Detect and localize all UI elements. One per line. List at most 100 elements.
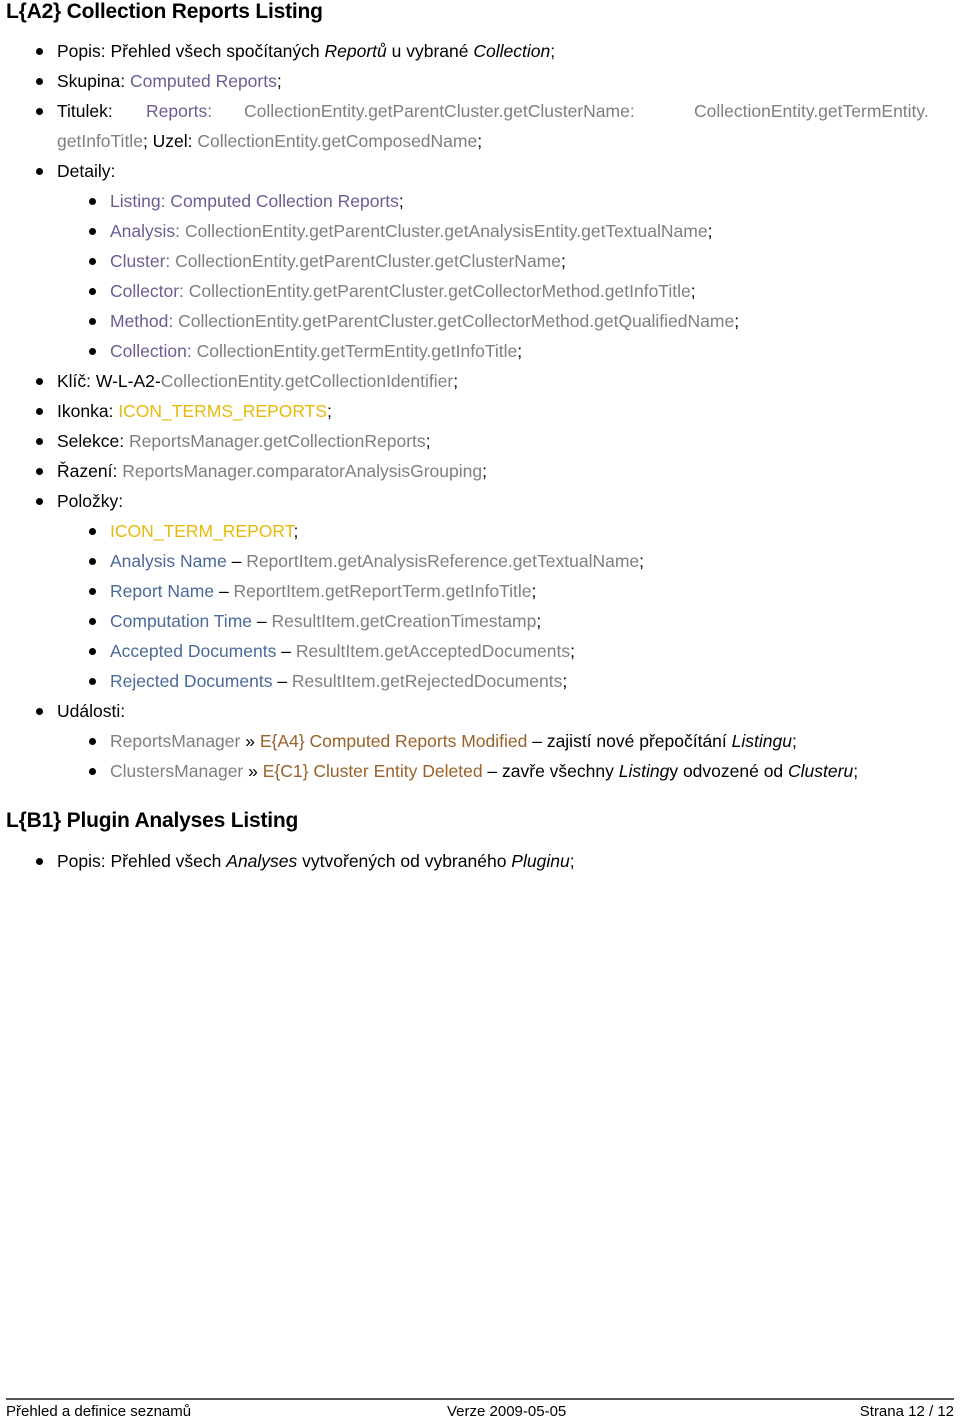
punct: ; [327,401,332,421]
emphasis: Reportů [324,41,387,61]
detail-item: Cluster: CollectionEntity.getParentClust… [89,246,566,276]
list-item-selekce: Selekce: ReportsManager.getCollectionRep… [36,426,431,456]
column-value: ResultItem.getRejectedDocuments [291,671,563,691]
node-value: CollectionEntity.getComposedName [197,131,478,151]
arrow: » [243,761,263,781]
punct: ; [570,641,575,661]
event-name: E{C1} Cluster Entity Deleted [262,761,483,781]
label-uzel: ; Uzel: [142,131,198,151]
text: vytvořených od vybraného [297,851,512,871]
text: Přehled všech spočítaných [110,41,325,61]
event-name: E{A4} Computed Reports Modified [259,731,528,751]
column-name: Analysis Name [110,551,227,571]
emphasis: Listing [618,761,670,781]
column-name: Accepted Documents [110,641,277,661]
emphasis: Listingu [731,731,792,751]
detail-key: Listing: Computed Collection Reports [110,191,399,211]
list-item-detaily: Detaily: [35,156,115,186]
column-value: ReportItem.getAnalysisReference.getTextu… [246,551,640,571]
punct: ; [550,41,556,61]
footer-version: Verze 2009-05-05 [447,1403,567,1420]
text: – zavře všechny [482,761,619,781]
text: y odvozené od [669,761,789,781]
event-source: ReportsManager [110,731,241,751]
section-heading-b1: L{B1} Plugin Analyses Listing [6,809,299,832]
punct: ; [536,611,542,631]
label: Události: [57,701,126,721]
text: u vybrané [386,41,474,61]
item-icon: ICON_TERM_REPORT; [88,516,299,546]
column-value: ResultItem.getAcceptedDocuments [295,641,571,661]
detail-value: CollectionEntity.getTermEntity.getInfoTi… [196,341,518,361]
list-item-razeni: Řazení: ReportsManager.comparatorAnalysi… [36,456,487,486]
column-name: Report Name [110,581,215,601]
selection-value: ReportsManager.getCollectionReports [128,431,426,451]
item-column: Report Name – ReportItem.getReportTerm.g… [88,576,537,606]
label: Řazení: [57,461,123,481]
detail-item: Collector: CollectionEntity.getParentClu… [89,276,696,306]
label: Ikonka: [57,401,119,421]
detail-value: CollectionEntity.getParentCluster.getAna… [184,221,708,241]
dash: – [226,551,247,571]
icon-constant: ICON_TERM_REPORT [110,521,294,541]
event-item: ReportsManager » E{A4} Computed Reports … [89,726,797,756]
item-column: Accepted Documents – ResultItem.getAccep… [89,636,575,666]
item-column: Analysis Name – ReportItem.getAnalysisRe… [88,546,645,576]
punct: ; [639,551,645,571]
detail-item: Listing: Computed Collection Reports; [89,186,404,216]
label: Titulek: [57,101,113,121]
text: Přehled všech [110,851,227,871]
list-item-polozky: Položky: [35,486,124,516]
punct: ; [562,671,568,691]
title-prefix: Reports: [146,101,213,121]
list-item-skupina: Skupina: Computed Reports; [36,66,282,96]
label: Klíč: W-L-A2- [57,371,161,391]
footer-document-title: Přehled a definice seznamů [6,1403,192,1420]
column-name: Rejected Documents [110,671,273,691]
list-item-titulek-cont: getInfoTitle; Uzel: CollectionEntity.get… [57,126,482,156]
column-name: Computation Time [110,611,253,631]
punct: ; [398,191,404,211]
column-value: ResultItem.getCreationTimestamp [271,611,537,631]
label: Selekce: [57,431,129,451]
dash: – [252,611,272,631]
punct: ; [690,281,696,301]
detail-value: CollectionEntity.getParentCluster.getCol… [188,281,691,301]
label: Popis: [57,41,111,61]
sorting-value: ReportsManager.comparatorAnalysisGroupin… [122,461,483,481]
punct: ; [453,371,459,391]
emphasis: Pluginu [511,851,570,871]
punct: ; [276,71,282,91]
section-heading-a2: L{A2} Collection Reports Listing [6,0,323,23]
detail-value: CollectionEntity.getParentCluster.getClu… [175,251,561,271]
punct: ; [482,461,487,481]
emphasis: Analyses [226,851,298,871]
punct: ; [517,341,523,361]
document-page: L{A2} Collection Reports Listing Popis: … [0,0,960,1422]
punct: ; [293,521,299,541]
punct: ; [791,731,797,751]
detail-key: Collector: [110,281,189,301]
group-value: Computed Reports [129,71,277,91]
title-value-2: CollectionEntity.getTermEntity. [694,101,929,121]
label: Položky: [57,491,124,511]
detail-item: Analysis: CollectionEntity.getParentClus… [88,216,712,246]
punct: ; [531,581,537,601]
detail-key: Method: [110,311,179,331]
event-item: ClustersManager » E{C1} Cluster Entity D… [88,756,859,786]
footer-page-number: Strana 12 / 12 [859,1403,954,1420]
detail-item: Collection: CollectionEntity.getTermEnti… [88,336,523,366]
item-column: Computation Time – ResultItem.getCreatio… [88,606,542,636]
list-item-ikonka: Ikonka: ICON_TERMS_REPORTS; [36,396,332,426]
column-value: ReportItem.getReportTerm.getInfoTitle [233,581,532,601]
list-item-popis: Popis: Přehled všech spočítaných Reportů… [35,36,556,66]
footer-divider [6,1398,954,1400]
detail-key: Analysis: [110,221,185,241]
arrow: » [240,731,260,751]
emphasis: Collection [473,41,551,61]
detail-key: Cluster: [110,251,176,271]
punct: ; [561,251,566,271]
punct: ; [853,761,859,781]
list-item-popis-b1: Popis: Přehled všech Analyses vytvořenýc… [36,846,575,876]
text: – zajistí nové přepočítání [527,731,732,751]
